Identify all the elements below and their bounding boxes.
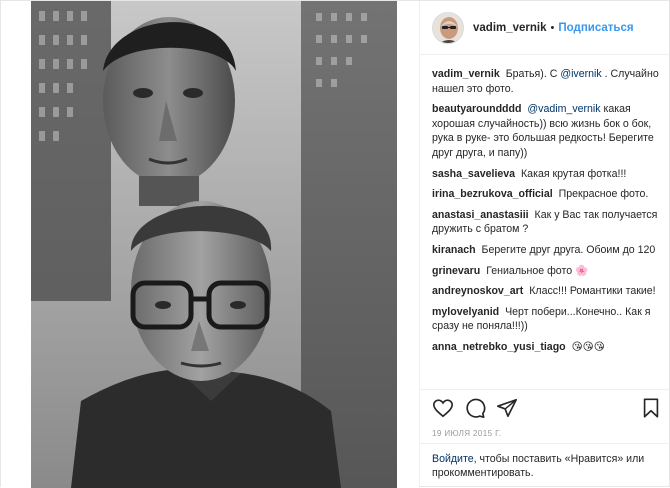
comment-text: 😘😘😘 xyxy=(571,340,605,353)
follow-button[interactable]: Подписаться xyxy=(558,22,633,34)
brothers-photo-illustration xyxy=(31,1,397,488)
header-username[interactable]: vadim_vernik xyxy=(473,22,547,34)
comment-username[interactable]: irina_bezrukova_official xyxy=(432,188,553,200)
post-photo[interactable] xyxy=(1,1,419,488)
avatar-image xyxy=(433,12,463,43)
comment-username[interactable]: grinevaru xyxy=(432,265,480,277)
comment-item: anna_netrebko_yusi_tiago 😘😘😘 xyxy=(432,340,662,355)
comment-username[interactable]: andreynoskov_art xyxy=(432,285,523,297)
post-side-panel: vadim_vernik • Подписаться vadim_vernik … xyxy=(419,1,670,488)
comments-list: vadim_vernik Братья). С @ivernik . Случа… xyxy=(432,67,662,361)
comment-text: Какая крутая фотка!!! xyxy=(521,167,627,180)
comment-item: beautyaroundddd @vadim_vernik какая хоро… xyxy=(432,102,662,160)
share-icon[interactable] xyxy=(496,397,518,419)
post-container: vadim_vernik • Подписаться vadim_vernik … xyxy=(0,0,670,488)
comment-item: sasha_savelieva Какая крутая фотка!!! xyxy=(432,167,662,182)
comment-text: Берегите друг друга. Обоим до 120 xyxy=(481,243,656,256)
comment-item: anastasi_anastasiii Как у Вас так получа… xyxy=(432,208,662,237)
comment-text: Прекрасное фото. xyxy=(558,188,649,201)
comment-username[interactable]: beautyaroundddd xyxy=(432,103,521,115)
comment-text: Гениальное фото 🌸 xyxy=(486,264,589,277)
photo-image xyxy=(31,1,397,488)
comment-username[interactable]: anna_netrebko_yusi_tiago xyxy=(432,341,566,353)
comment-username[interactable]: anastasi_anastasiii xyxy=(432,209,529,221)
caption-username[interactable]: vadim_vernik xyxy=(432,68,500,80)
comment-icon[interactable] xyxy=(464,397,486,419)
avatar[interactable] xyxy=(432,11,464,44)
caption-text-before: Братья). С xyxy=(505,68,561,80)
post-caption: vadim_vernik Братья). С @ivernik . Случа… xyxy=(432,67,662,96)
comment-username[interactable]: sasha_savelieva xyxy=(432,168,515,180)
comment-item: irina_bezrukova_official Прекрасное фото… xyxy=(432,187,662,202)
bookmark-icon[interactable] xyxy=(640,397,662,419)
comment-item: kiranach Берегите друг друга. Обоим до 1… xyxy=(432,243,662,258)
header-separator: • xyxy=(550,21,555,34)
caption-mention[interactable]: @ivernik xyxy=(560,68,601,80)
comment-text: Класс!!! Романтики такие! xyxy=(529,285,656,298)
comment-item: grinevaru Гениальное фото 🌸 xyxy=(432,264,662,279)
action-bar xyxy=(420,389,670,425)
login-prompt: Войдите, чтобы поставить «Нравится» или … xyxy=(420,443,670,488)
comment-username[interactable]: mylovelyanid xyxy=(432,306,499,318)
post-header: vadim_vernik • Подписаться xyxy=(420,1,670,55)
heart-icon[interactable] xyxy=(432,397,454,419)
comment-item: mylovelyanid Черт побери...Конечно.. Как… xyxy=(432,305,662,334)
login-link[interactable]: Войдите xyxy=(432,453,474,465)
comment-item: andreynoskov_art Класс!!! Романтики таки… xyxy=(432,284,662,299)
comment-username[interactable]: kiranach xyxy=(432,244,476,256)
post-date[interactable]: 19 ИЮЛЯ 2015 Г. xyxy=(432,429,501,438)
comment-mention[interactable]: @vadim_vernik xyxy=(527,103,600,115)
